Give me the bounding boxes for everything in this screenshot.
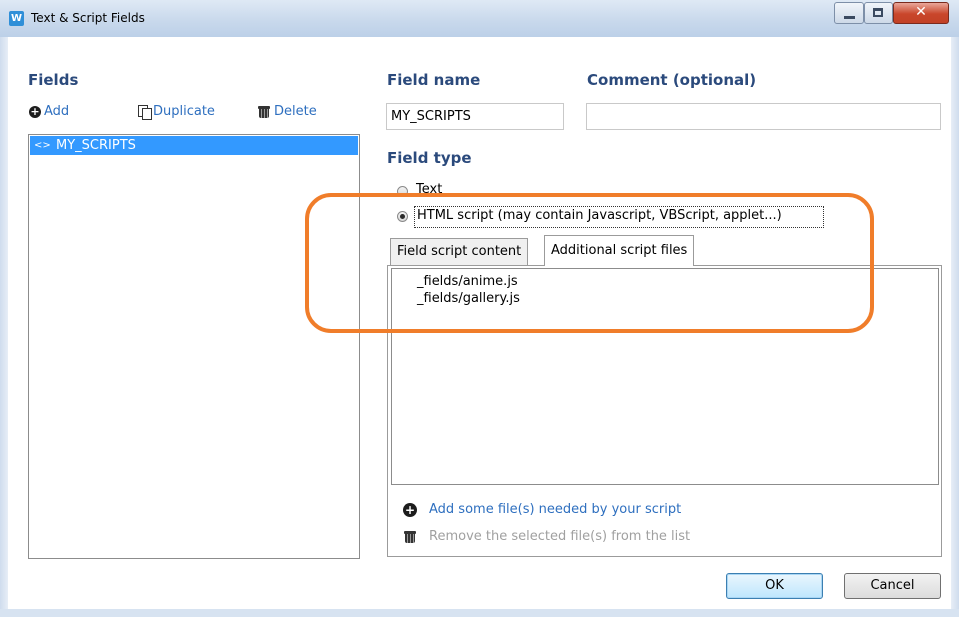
code-icon: <> xyxy=(34,140,51,151)
trash-icon xyxy=(257,105,271,119)
field-name-heading: Field name xyxy=(387,71,481,89)
minimize-button[interactable] xyxy=(834,2,864,24)
list-item[interactable]: _fields/anime.js xyxy=(417,274,518,289)
ok-button[interactable]: OK xyxy=(726,573,823,599)
add-label: Add xyxy=(44,104,70,119)
window-border-bottom xyxy=(0,609,959,617)
radio-text[interactable] xyxy=(397,186,408,197)
radio-text-label: Text xyxy=(416,182,443,197)
window-border-left xyxy=(0,37,8,617)
add-files-button[interactable]: + Add some file(s) needed by your script xyxy=(403,502,681,517)
cancel-button[interactable]: Cancel xyxy=(844,573,941,599)
close-icon: ✕ xyxy=(915,4,927,20)
minimize-icon xyxy=(844,16,855,19)
trash-icon xyxy=(403,530,417,544)
add-files-label: Add some file(s) needed by your script xyxy=(429,502,682,517)
field-name-input[interactable]: MY_SCRIPTS xyxy=(386,103,564,130)
tab-field-script-content[interactable]: Field script content xyxy=(390,238,529,265)
fields-list[interactable]: <> MY_SCRIPTS xyxy=(28,134,360,559)
plus-circle-icon: + xyxy=(29,104,41,118)
maximize-button[interactable] xyxy=(864,2,893,24)
delete-field-button[interactable]: Delete xyxy=(257,104,317,119)
comment-heading: Comment (optional) xyxy=(587,71,757,89)
fields-heading: Fields xyxy=(28,71,79,89)
app-icon: W xyxy=(9,11,24,26)
list-item-label: MY_SCRIPTS xyxy=(56,138,136,153)
add-field-button[interactable]: + Add xyxy=(29,104,69,119)
comment-input[interactable] xyxy=(586,103,941,130)
field-type-heading: Field type xyxy=(387,149,472,167)
radio-html-script[interactable] xyxy=(397,211,408,222)
maximize-icon xyxy=(873,8,883,17)
window-title: Text & Script Fields xyxy=(31,11,145,25)
script-files-list[interactable]: _fields/anime.js _fields/gallery.js xyxy=(391,268,939,485)
close-button[interactable]: ✕ xyxy=(893,2,949,24)
duplicate-label: Duplicate xyxy=(153,104,215,119)
duplicate-field-button[interactable]: Duplicate xyxy=(138,104,215,120)
window-border-right xyxy=(951,37,959,617)
tab-additional-script-files[interactable]: Additional script files xyxy=(544,235,695,266)
remove-files-button: Remove the selected file(s) from the lis… xyxy=(403,529,690,544)
list-item[interactable]: <> MY_SCRIPTS xyxy=(30,136,358,155)
plus-circle-icon: + xyxy=(403,502,417,517)
radio-html-script-label: HTML script (may contain Javascript, VBS… xyxy=(417,208,782,223)
duplicate-icon xyxy=(138,105,152,120)
list-item[interactable]: _fields/gallery.js xyxy=(417,291,520,306)
remove-files-label: Remove the selected file(s) from the lis… xyxy=(429,529,691,544)
delete-label: Delete xyxy=(274,104,317,119)
title-bar: W Text & Script Fields ✕ xyxy=(0,0,959,38)
